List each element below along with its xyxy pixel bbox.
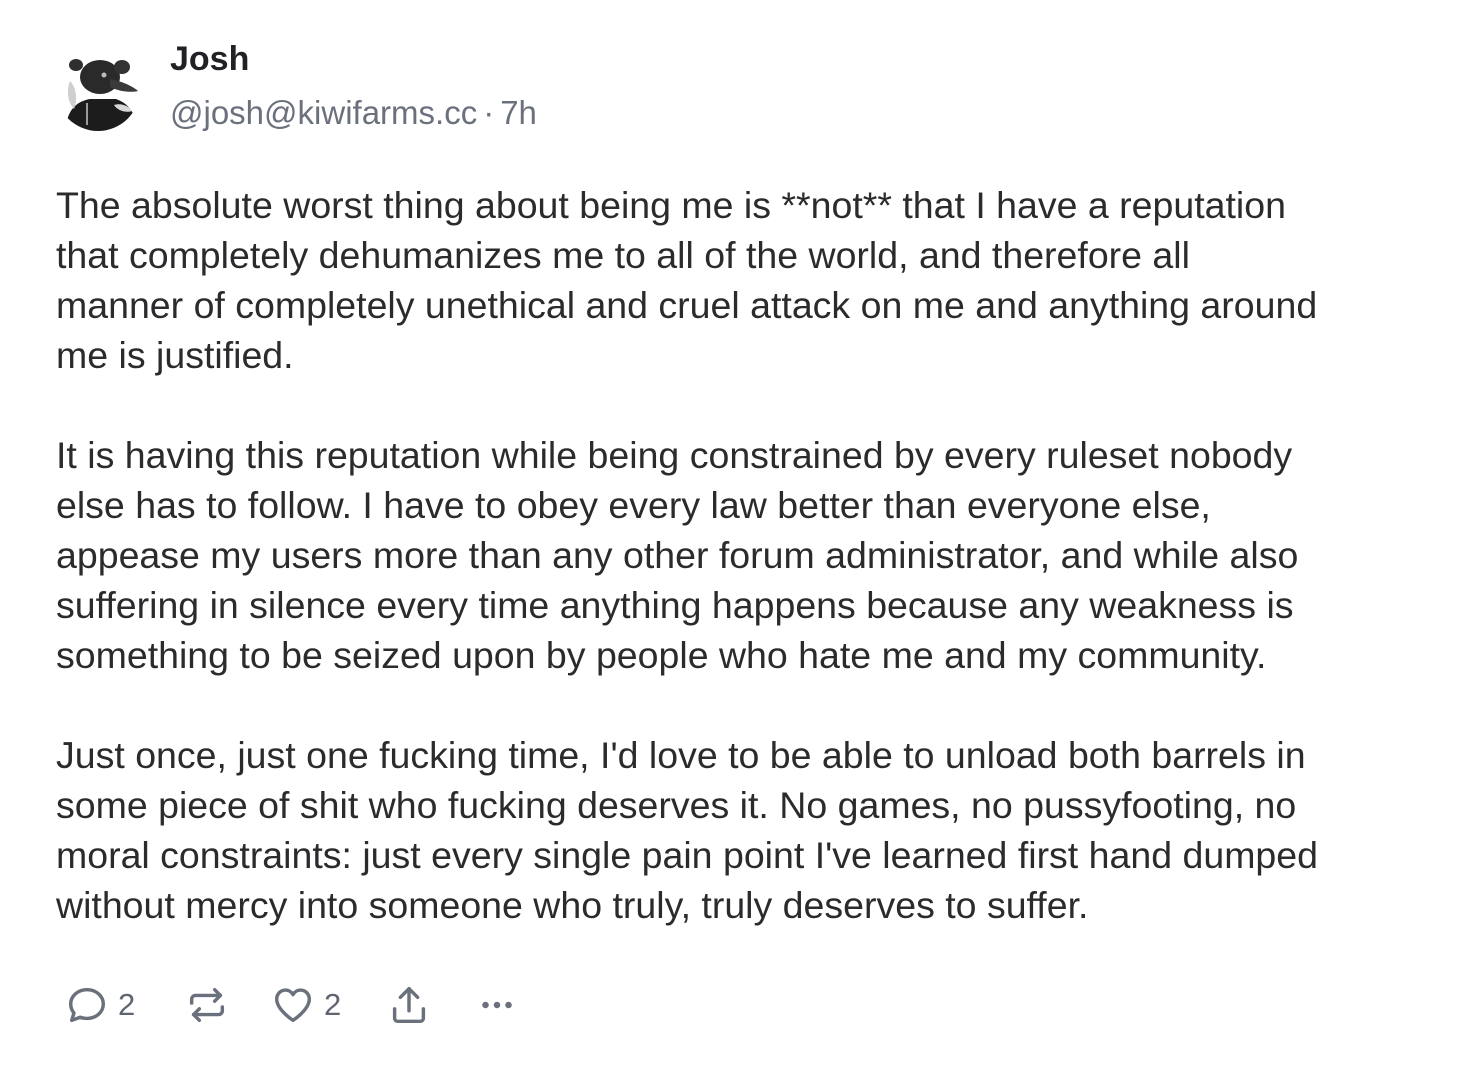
share-button[interactable] [386, 980, 432, 1030]
meta-separator: · [483, 94, 495, 131]
share-icon [392, 986, 426, 1024]
author-name[interactable]: Josh [170, 40, 249, 79]
like-button[interactable]: 2 [270, 980, 341, 1030]
like-count: 2 [324, 987, 342, 1022]
post-card: Josh @josh@kiwifarms.cc · 7h The absolute … [0, 0, 1470, 1076]
reply-button[interactable]: 2 [64, 980, 135, 1030]
avatar[interactable] [56, 47, 140, 131]
more-options-button[interactable] [474, 980, 520, 1030]
more-icon [482, 1001, 512, 1009]
reply-icon [68, 987, 106, 1023]
reply-count: 2 [118, 987, 136, 1022]
author-handle[interactable]: @josh@kiwifarms.cc [170, 94, 477, 131]
repost-button[interactable] [184, 980, 230, 1030]
heart-icon [274, 988, 312, 1023]
author-meta: @josh@kiwifarms.cc · 7h [170, 94, 537, 132]
post-timestamp[interactable]: 7h [500, 94, 537, 131]
post-paragraph: It is having this reputation while being… [56, 434, 1299, 676]
repost-icon [189, 987, 225, 1023]
post-paragraph: Just once, just one fucking time, I'd lo… [56, 734, 1318, 926]
post-body: The absolute worst thing about being me … [56, 180, 1441, 930]
post-paragraph: The absolute worst thing about being me … [56, 184, 1318, 376]
avatar-photo-icon [56, 47, 140, 131]
